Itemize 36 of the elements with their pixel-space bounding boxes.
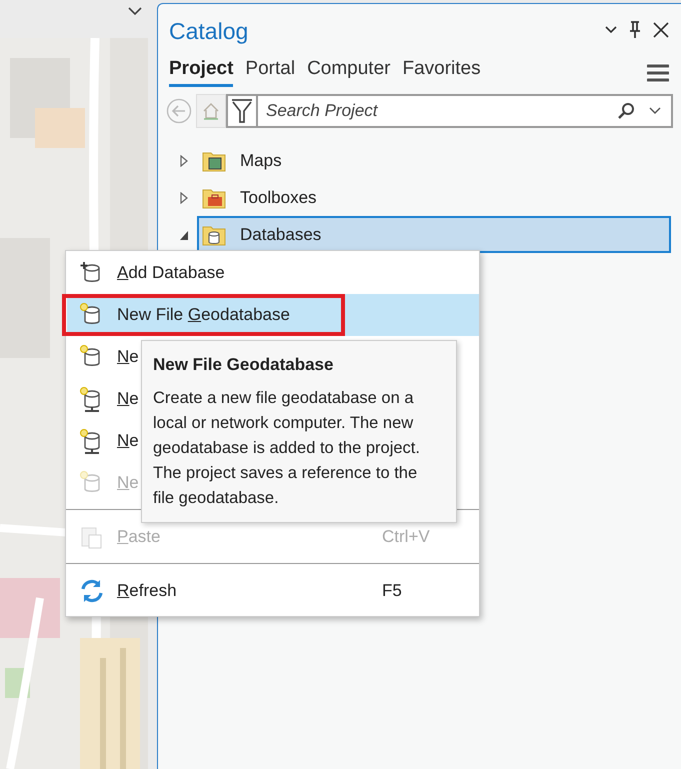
tab[interactable]: Favorites xyxy=(402,58,481,87)
chevron-down-icon[interactable] xyxy=(128,6,142,16)
tooltip-title: New File Geodatabase xyxy=(153,355,334,375)
menu-item[interactable]: Ne xyxy=(67,336,141,378)
filter-icon xyxy=(231,98,253,124)
database-folder-icon xyxy=(202,224,226,246)
expand-icon[interactable] xyxy=(179,192,189,204)
toolbox-folder-icon xyxy=(202,186,226,208)
tree-item[interactable]: Toolboxes xyxy=(197,179,671,216)
chevron-down-icon[interactable] xyxy=(649,107,661,115)
expand-icon[interactable] xyxy=(179,154,189,166)
search-icon[interactable] xyxy=(617,102,635,120)
close-icon[interactable] xyxy=(653,22,669,38)
menu-item[interactable]: Ne xyxy=(67,378,141,420)
menu-item[interactable]: Refresh F5 xyxy=(67,570,479,612)
refresh-icon xyxy=(79,578,105,604)
filter-button[interactable] xyxy=(226,94,258,128)
pin-icon[interactable] xyxy=(629,21,641,39)
tab[interactable]: Computer xyxy=(307,58,390,87)
search-field[interactable]: Search Project xyxy=(264,100,603,122)
search-box[interactable]: Search Project xyxy=(258,94,673,128)
tree-item[interactable]: Databases xyxy=(197,216,671,253)
shortcut-text: Ctrl+V xyxy=(382,527,431,547)
panel-title: Catalog xyxy=(169,18,248,44)
map-folder-icon xyxy=(202,150,226,172)
tab[interactable]: Project xyxy=(169,58,234,87)
chevron-down-icon[interactable] xyxy=(605,26,617,34)
tab[interactable]: Portal xyxy=(245,58,296,87)
collapse-icon[interactable] xyxy=(179,228,189,240)
tooltip-text: Create a new file geodatabase on a local or network computer. The new geodatabase is added to the project. The project saves a reference to the file geodatabase. xyxy=(153,388,421,509)
shortcut-text: F5 xyxy=(382,581,403,601)
menu-item[interactable]: Ne xyxy=(67,420,141,462)
home-icon xyxy=(202,102,220,120)
menu-item[interactable]: Add Database xyxy=(67,252,227,294)
menu-icon[interactable] xyxy=(647,64,669,82)
tree-item[interactable]: Maps xyxy=(197,142,671,179)
